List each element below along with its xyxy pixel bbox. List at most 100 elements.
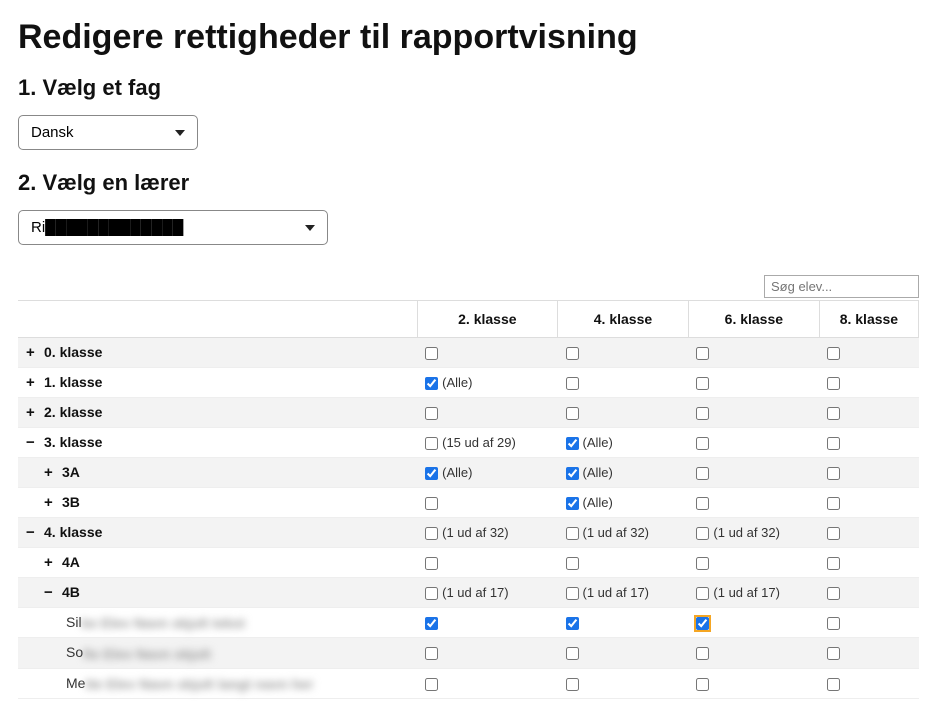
permission-checkbox[interactable]	[696, 647, 709, 660]
permission-checkbox[interactable]	[566, 377, 579, 390]
permission-cell	[417, 608, 557, 638]
expand-icon[interactable]: +	[26, 404, 40, 421]
permission-cell	[819, 368, 918, 398]
permission-cell	[819, 488, 918, 518]
permission-checkbox[interactable]	[827, 587, 840, 600]
permission-checkbox[interactable]	[566, 557, 579, 570]
permission-checkbox[interactable]	[696, 527, 709, 540]
permission-checkbox[interactable]	[827, 347, 840, 360]
expand-icon[interactable]: +	[26, 374, 40, 391]
permission-checkbox[interactable]	[425, 587, 438, 600]
permission-cell	[558, 668, 689, 698]
permission-count-text: (Alle)	[583, 435, 613, 450]
permission-checkbox[interactable]	[425, 407, 438, 420]
expand-icon[interactable]: +	[44, 464, 58, 481]
row-label-cell: Sofie Elev Navn skjult	[18, 638, 417, 668]
expand-icon[interactable]: +	[44, 494, 58, 511]
permission-cell: (1 ud af 17)	[417, 578, 557, 608]
permission-checkbox[interactable]	[425, 678, 438, 691]
permission-cell	[819, 338, 918, 368]
row-label: 2. klasse	[44, 404, 102, 420]
permission-checkbox[interactable]	[827, 527, 840, 540]
redacted-text: ke Elev Navn skjult tekst	[82, 615, 245, 631]
teacher-select[interactable]: Ri█████████████	[18, 210, 328, 245]
permission-checkbox[interactable]	[566, 347, 579, 360]
expand-icon[interactable]: +	[26, 344, 40, 361]
step1-heading: 1. Vælg et fag	[18, 75, 919, 101]
table-row: +1. klasse(Alle)	[18, 368, 919, 398]
permission-checkbox[interactable]	[566, 617, 579, 630]
permission-cell: (Alle)	[558, 488, 689, 518]
permission-checkbox[interactable]	[425, 617, 438, 630]
permission-checkbox[interactable]	[827, 678, 840, 691]
permission-checkbox[interactable]	[425, 497, 438, 510]
permission-checkbox[interactable]	[827, 467, 840, 480]
permission-checkbox[interactable]	[696, 497, 709, 510]
permission-checkbox[interactable]	[566, 527, 579, 540]
row-label-cell: Mette Elev Navn skjult langt navn her	[18, 668, 417, 698]
permission-checkbox[interactable]	[696, 377, 709, 390]
permission-cell	[688, 458, 819, 488]
row-label-cell: +2. klasse	[18, 398, 417, 428]
permission-checkbox[interactable]	[827, 497, 840, 510]
row-label: 4B	[62, 584, 80, 600]
permission-checkbox[interactable]	[827, 647, 840, 660]
permissions-table: 2. klasse 4. klasse 6. klasse 8. klasse …	[18, 300, 919, 699]
collapse-icon[interactable]: −	[26, 434, 40, 451]
permission-count-text: (1 ud af 32)	[583, 525, 650, 540]
permission-checkbox[interactable]	[696, 678, 709, 691]
permission-checkbox[interactable]	[827, 557, 840, 570]
permission-checkbox[interactable]	[696, 467, 709, 480]
row-label-cell: −3. klasse	[18, 428, 417, 458]
permission-cell	[688, 368, 819, 398]
permission-cell	[417, 398, 557, 428]
permission-checkbox[interactable]	[566, 497, 579, 510]
permission-checkbox[interactable]	[425, 467, 438, 480]
permission-cell	[417, 488, 557, 518]
permission-cell	[558, 368, 689, 398]
search-input[interactable]	[764, 275, 919, 298]
permission-checkbox[interactable]	[566, 647, 579, 660]
permission-checkbox[interactable]	[696, 437, 709, 450]
permission-checkbox[interactable]	[566, 437, 579, 450]
permission-checkbox[interactable]	[566, 587, 579, 600]
permission-checkbox[interactable]	[827, 377, 840, 390]
permission-checkbox[interactable]	[566, 678, 579, 691]
permission-checkbox[interactable]	[696, 557, 709, 570]
subject-select[interactable]: Dansk	[18, 115, 198, 150]
permission-cell: (15 ud af 29)	[417, 428, 557, 458]
row-label: 4A	[62, 554, 80, 570]
collapse-icon[interactable]: −	[44, 584, 58, 601]
permission-checkbox[interactable]	[425, 347, 438, 360]
table-row: +3B (Alle)	[18, 488, 919, 518]
collapse-icon[interactable]: −	[26, 524, 40, 541]
table-row: Silke Elev Navn skjult tekst	[18, 608, 919, 638]
permission-checkbox[interactable]	[827, 437, 840, 450]
permission-checkbox[interactable]	[696, 407, 709, 420]
expand-icon[interactable]: +	[44, 554, 58, 571]
permission-checkbox[interactable]	[425, 527, 438, 540]
redacted-text: tte Elev Navn skjult langt navn her	[85, 676, 313, 692]
row-label-cell: +4A	[18, 548, 417, 578]
permission-checkbox[interactable]	[696, 587, 709, 600]
permission-cell	[688, 398, 819, 428]
permission-cell: (Alle)	[417, 458, 557, 488]
permission-cell	[558, 548, 689, 578]
permission-checkbox[interactable]	[827, 617, 840, 630]
permission-checkbox[interactable]	[566, 407, 579, 420]
permission-count-text: (Alle)	[583, 465, 613, 480]
permission-checkbox[interactable]	[425, 557, 438, 570]
permission-count-text: (1 ud af 17)	[713, 585, 780, 600]
permission-checkbox[interactable]	[827, 407, 840, 420]
permission-checkbox[interactable]	[696, 617, 709, 630]
permission-cell: (Alle)	[558, 428, 689, 458]
permission-checkbox[interactable]	[566, 467, 579, 480]
student-name: Sil	[66, 614, 82, 630]
permission-checkbox[interactable]	[696, 347, 709, 360]
permission-checkbox[interactable]	[425, 377, 438, 390]
permission-checkbox[interactable]	[425, 647, 438, 660]
table-row: −3. klasse(15 ud af 29) (Alle)	[18, 428, 919, 458]
permission-checkbox[interactable]	[425, 437, 438, 450]
permission-count-text: (Alle)	[442, 375, 472, 390]
row-label: 3B	[62, 494, 80, 510]
